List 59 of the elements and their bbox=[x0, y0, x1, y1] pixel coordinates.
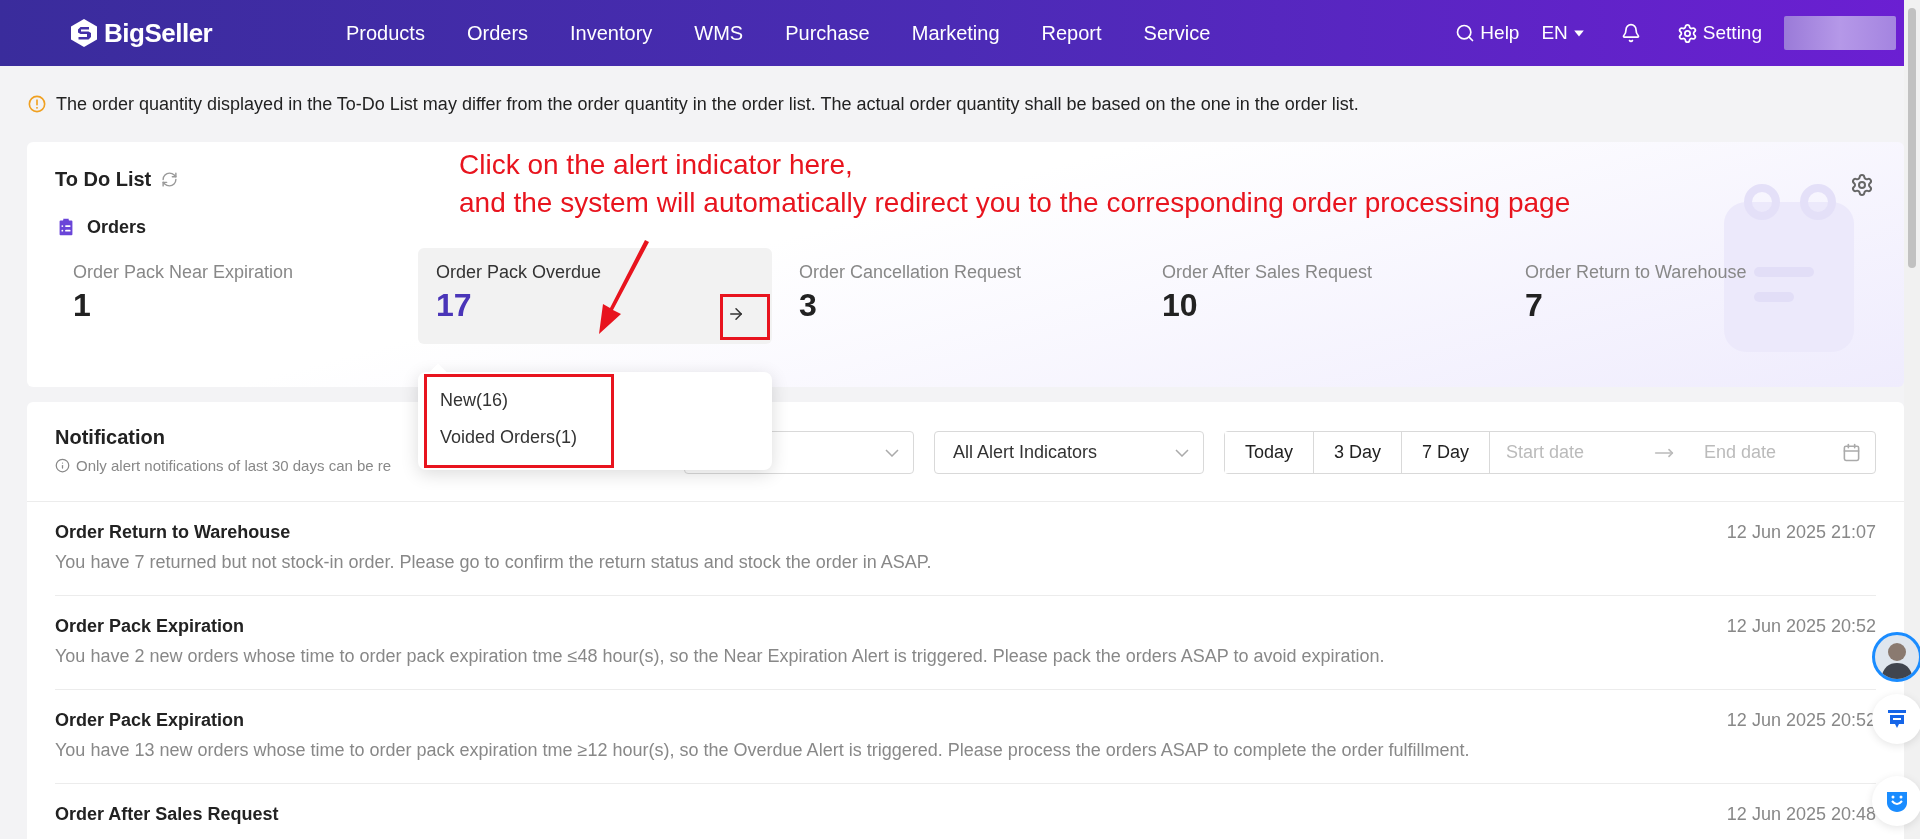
alert-indicator-select[interactable]: All Alert Indicators bbox=[933, 431, 1204, 474]
nav-item[interactable]: Service bbox=[1122, 21, 1232, 45]
nav-item[interactable]: WMS bbox=[673, 21, 765, 45]
highlight-frame bbox=[720, 294, 770, 340]
metric-tile[interactable]: Order After Sales Request 10 bbox=[1144, 248, 1507, 344]
setting-link[interactable]: Setting bbox=[1676, 22, 1762, 44]
metric-label: Order Pack Near Expiration bbox=[73, 262, 295, 283]
scrollbar-thumb[interactable] bbox=[1908, 8, 1916, 268]
info-icon bbox=[55, 458, 70, 473]
notification-message: You have 13 new orders whose time to order pack expiration tme ≥12 hour(s), so the Overdue Alert is triggered. Please process the orders ASAP to complete the order fulfillment. bbox=[55, 740, 1470, 761]
help-link[interactable]: Help bbox=[1455, 22, 1520, 44]
metric-value: 3 bbox=[799, 287, 817, 324]
notice-text: The order quantity displayed in the To-Do List may differ from the order quantity in the order list. The actual order quantity shall be based on the one in the order list. bbox=[56, 93, 1359, 115]
notification-message: You have 7 returned but not stock-in order. Please go to confirm the return status and stock the order in ASAP. bbox=[55, 552, 932, 573]
card-title: To Do List bbox=[55, 168, 152, 191]
metric-label: Order After Sales Request bbox=[1162, 262, 1374, 283]
metric-tile[interactable]: Order Pack Near Expiration 1 bbox=[55, 248, 418, 344]
logo-text: BigSeller bbox=[104, 17, 213, 49]
refresh-icon[interactable] bbox=[161, 171, 179, 188]
search-icon bbox=[1455, 23, 1476, 43]
chevron-down-icon bbox=[884, 448, 899, 457]
metric-tile[interactable]: Order Pack Overdue 17 bbox=[418, 248, 772, 344]
metric-value: 1 bbox=[73, 287, 91, 324]
card-title: Notification bbox=[55, 426, 166, 449]
popup-item[interactable]: New(16) bbox=[418, 382, 772, 419]
popup-item[interactable]: Voided Orders(1) bbox=[418, 419, 772, 456]
metric-value: 7 bbox=[1525, 287, 1543, 324]
section-label: Orders bbox=[87, 216, 147, 238]
notification-title: Order Pack Expiration bbox=[55, 616, 246, 637]
metric-value: 10 bbox=[1162, 287, 1198, 324]
settings-icon[interactable] bbox=[1850, 173, 1874, 197]
chevron-down-icon bbox=[1174, 448, 1189, 457]
nav-item[interactable]: Marketing bbox=[890, 21, 1021, 45]
warning-icon bbox=[28, 95, 46, 113]
notification-time: 12 Jun 2025 20:48 bbox=[1726, 804, 1876, 826]
notification-title: Order Pack Expiration bbox=[55, 710, 246, 731]
nav-item[interactable]: Orders bbox=[445, 21, 550, 45]
settings-icon bbox=[1676, 22, 1698, 44]
notification-bell-icon[interactable] bbox=[1620, 23, 1641, 43]
notification-time: 12 Jun 2025 21:07 bbox=[1726, 522, 1876, 544]
notification-title: Order After Sales Request bbox=[55, 804, 279, 825]
notification-message: You have 2 new orders whose time to order pack expiration tme ≤48 hour(s), so the Near Expiration Alert is triggered. Please pack the orders ASAP to avoid expiration. bbox=[55, 646, 1385, 667]
hint-text: Only alert notifications of last 30 days can be re bbox=[76, 457, 392, 474]
notification-title: Order Return to Warehouse bbox=[55, 522, 292, 543]
logo-icon bbox=[70, 18, 98, 48]
nav-item[interactable]: Report bbox=[1020, 21, 1123, 45]
metric-tile[interactable]: Order Cancellation Request 3 bbox=[781, 248, 1144, 344]
metric-label: Order Return to Warehouse bbox=[1525, 262, 1748, 283]
metric-label: Order Cancellation Request bbox=[799, 262, 1023, 283]
metric-value: 17 bbox=[436, 287, 472, 324]
nav-item[interactable]: Purchase bbox=[764, 21, 891, 45]
metric-label: Order Pack Overdue bbox=[436, 262, 603, 283]
nav-item[interactable]: Inventory bbox=[549, 21, 674, 45]
annotation-text: Click on the alert indicator here, bbox=[459, 148, 854, 182]
metric-tile[interactable]: Order Return to Warehouse 7 bbox=[1507, 248, 1870, 344]
nav-item[interactable]: Products bbox=[325, 21, 446, 45]
annotation-text: and the system will automatically redirect you to the corresponding order processing page bbox=[459, 186, 1571, 220]
language-selector[interactable]: EN bbox=[1541, 22, 1585, 44]
notification-time: 12 Jun 2025 20:52 bbox=[1726, 616, 1876, 638]
